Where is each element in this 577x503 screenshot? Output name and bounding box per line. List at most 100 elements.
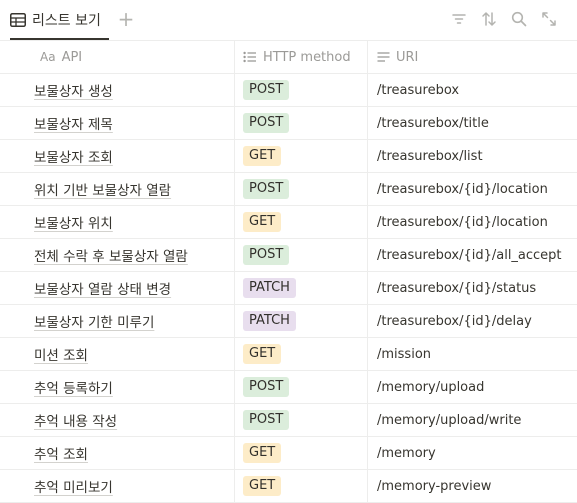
api-name-cell[interactable]: 보물상자 생성: [0, 74, 234, 106]
sort-icon[interactable]: [480, 10, 497, 27]
view-tab-label: 리스트 보기: [32, 13, 101, 29]
view-tab-list[interactable]: 리스트 보기: [10, 8, 101, 32]
uri-value: /memory/upload: [377, 379, 485, 395]
uri-value: /treasurebox/{id}/location: [377, 214, 548, 230]
api-name[interactable]: 보물상자 기한 미루기: [34, 311, 154, 331]
table-row[interactable]: 보물상자 위치 GET/treasurebox/{id}/location: [0, 206, 577, 239]
http-method-cell[interactable]: PATCH: [234, 272, 367, 304]
list-property-icon: [243, 51, 257, 63]
http-method-tag: GET: [243, 344, 282, 364]
search-icon[interactable]: [510, 10, 527, 27]
uri-cell[interactable]: /treasurebox/{id}/location: [367, 206, 577, 238]
table-row[interactable]: 보물상자 생성 POST/treasurebox: [0, 74, 577, 107]
uri-value: /treasurebox/{id}/status: [377, 280, 537, 296]
database-toolbar: 리스트 보기 +: [0, 0, 577, 40]
uri-value: /mission: [377, 346, 432, 362]
table-row[interactable]: 전체 수락 후 보물상자 열람 POST/treasurebox/{id}/all…: [0, 239, 577, 272]
api-name-cell[interactable]: 보물상자 기한 미루기: [0, 305, 234, 337]
http-method-cell[interactable]: POST: [234, 371, 367, 403]
table-row[interactable]: 추억 조회 GET/memory: [0, 437, 577, 470]
column-header-api[interactable]: Aa API: [0, 41, 234, 73]
api-name[interactable]: 추억 내용 작성: [34, 410, 117, 430]
uri-value: /treasurebox/{id}/delay: [377, 313, 532, 329]
http-method-cell[interactable]: POST: [234, 173, 367, 205]
http-method-tag: PATCH: [243, 311, 296, 331]
uri-cell[interactable]: /memory/upload: [367, 371, 577, 403]
toolbar-actions: [450, 10, 557, 27]
api-name-cell[interactable]: 보물상자 열람 상태 변경: [0, 272, 234, 304]
table-row[interactable]: 보물상자 제목 POST/treasurebox/title: [0, 107, 577, 140]
table-row[interactable]: 미션 조회 GET/mission: [0, 338, 577, 371]
uri-cell[interactable]: /treasurebox/title: [367, 107, 577, 139]
uri-value: /treasurebox: [377, 82, 460, 98]
uri-cell[interactable]: /treasurebox: [367, 74, 577, 106]
column-header-api-label: API: [61, 49, 83, 65]
expand-icon[interactable]: [540, 10, 557, 27]
http-method-cell[interactable]: GET: [234, 470, 367, 502]
api-name[interactable]: 보물상자 위치: [34, 212, 113, 232]
uri-cell[interactable]: /treasurebox/{id}/delay: [367, 305, 577, 337]
http-method-tag: POST: [243, 377, 290, 397]
http-method-cell[interactable]: POST: [234, 404, 367, 436]
http-method-cell[interactable]: POST: [234, 107, 367, 139]
table-row[interactable]: 추억 등록하기 POST/memory/upload: [0, 371, 577, 404]
table-row[interactable]: 보물상자 기한 미루기 PATCH/treasurebox/{id}/delay: [0, 305, 577, 338]
api-name-cell[interactable]: 보물상자 제목: [0, 107, 234, 139]
uri-cell[interactable]: /mission: [367, 338, 577, 370]
api-name-cell[interactable]: 전체 수락 후 보물상자 열람: [0, 239, 234, 271]
uri-cell[interactable]: /treasurebox/{id}/location: [367, 173, 577, 205]
uri-cell[interactable]: /treasurebox/{id}/all_accept: [367, 239, 577, 271]
api-name-cell[interactable]: 위치 기반 보물상자 열람: [0, 173, 234, 205]
api-name[interactable]: 보물상자 생성: [34, 80, 113, 100]
database-table: Aa API HTTP method URI 보물상자 생성 POST /tre…: [0, 40, 577, 503]
api-name-cell[interactable]: 보물상자 조회: [0, 140, 234, 172]
http-method-tag: GET: [243, 443, 282, 463]
uri-cell[interactable]: /treasurebox/{id}/status: [367, 272, 577, 304]
api-name[interactable]: 미션 조회: [34, 344, 88, 364]
api-name-cell[interactable]: 추억 등록하기: [0, 371, 234, 403]
api-name[interactable]: 추억 미리보기: [34, 476, 113, 496]
api-name[interactable]: 보물상자 열람 상태 변경: [34, 278, 171, 298]
table-row[interactable]: 추억 미리보기 GET/memory-preview: [0, 470, 577, 503]
api-name[interactable]: 위치 기반 보물상자 열람: [34, 179, 171, 199]
column-header-method[interactable]: HTTP method: [234, 41, 367, 73]
http-method-cell[interactable]: GET: [234, 338, 367, 370]
uri-cell[interactable]: /memory/upload/write: [367, 404, 577, 436]
table-row[interactable]: 보물상자 열람 상태 변경 PATCH/treasurebox/{id}/stat…: [0, 272, 577, 305]
api-name[interactable]: 전체 수락 후 보물상자 열람: [34, 245, 188, 265]
add-view-button[interactable]: +: [116, 7, 136, 31]
api-name-cell[interactable]: 보물상자 위치: [0, 206, 234, 238]
uri-value: /memory-preview: [377, 478, 492, 494]
http-method-cell[interactable]: PATCH: [234, 305, 367, 337]
uri-cell[interactable]: /treasurebox/list: [367, 140, 577, 172]
http-method-cell[interactable]: GET: [234, 206, 367, 238]
http-method-tag: GET: [243, 212, 282, 232]
uri-value: /memory/upload/write: [377, 412, 522, 428]
table-row[interactable]: 추억 내용 작성 POST/memory/upload/write: [0, 404, 577, 437]
http-method-tag: PATCH: [243, 278, 296, 298]
table-row[interactable]: 보물상자 조회 GET/treasurebox/list: [0, 140, 577, 173]
column-header-method-label: HTTP method: [263, 49, 351, 65]
api-name[interactable]: 보물상자 제목: [34, 113, 113, 133]
plus-icon: +: [117, 7, 135, 31]
http-method-cell[interactable]: POST: [234, 239, 367, 271]
http-method-cell[interactable]: POST: [234, 74, 367, 106]
uri-cell[interactable]: /memory-preview: [367, 470, 577, 502]
uri-cell[interactable]: /memory: [367, 437, 577, 469]
api-name-cell[interactable]: 미션 조회: [0, 338, 234, 370]
uri-value: /memory: [377, 445, 436, 461]
http-method-cell[interactable]: GET: [234, 140, 367, 172]
api-name[interactable]: 추억 등록하기: [34, 377, 113, 397]
api-name[interactable]: 추억 조회: [34, 443, 88, 463]
api-name[interactable]: 보물상자 조회: [34, 146, 113, 166]
api-name-cell[interactable]: 추억 내용 작성: [0, 404, 234, 436]
api-name-cell[interactable]: 추억 미리보기: [0, 470, 234, 502]
http-method-tag: POST: [243, 410, 290, 430]
filter-icon[interactable]: [450, 10, 467, 27]
http-method-tag: GET: [243, 146, 282, 166]
http-method-cell[interactable]: GET: [234, 437, 367, 469]
column-header-uri[interactable]: URI: [367, 41, 577, 73]
table-row[interactable]: 위치 기반 보물상자 열람 POST/treasurebox/{id}/locat…: [0, 173, 577, 206]
uri-value: /treasurebox/{id}/all_accept: [377, 247, 562, 263]
api-name-cell[interactable]: 추억 조회: [0, 437, 234, 469]
